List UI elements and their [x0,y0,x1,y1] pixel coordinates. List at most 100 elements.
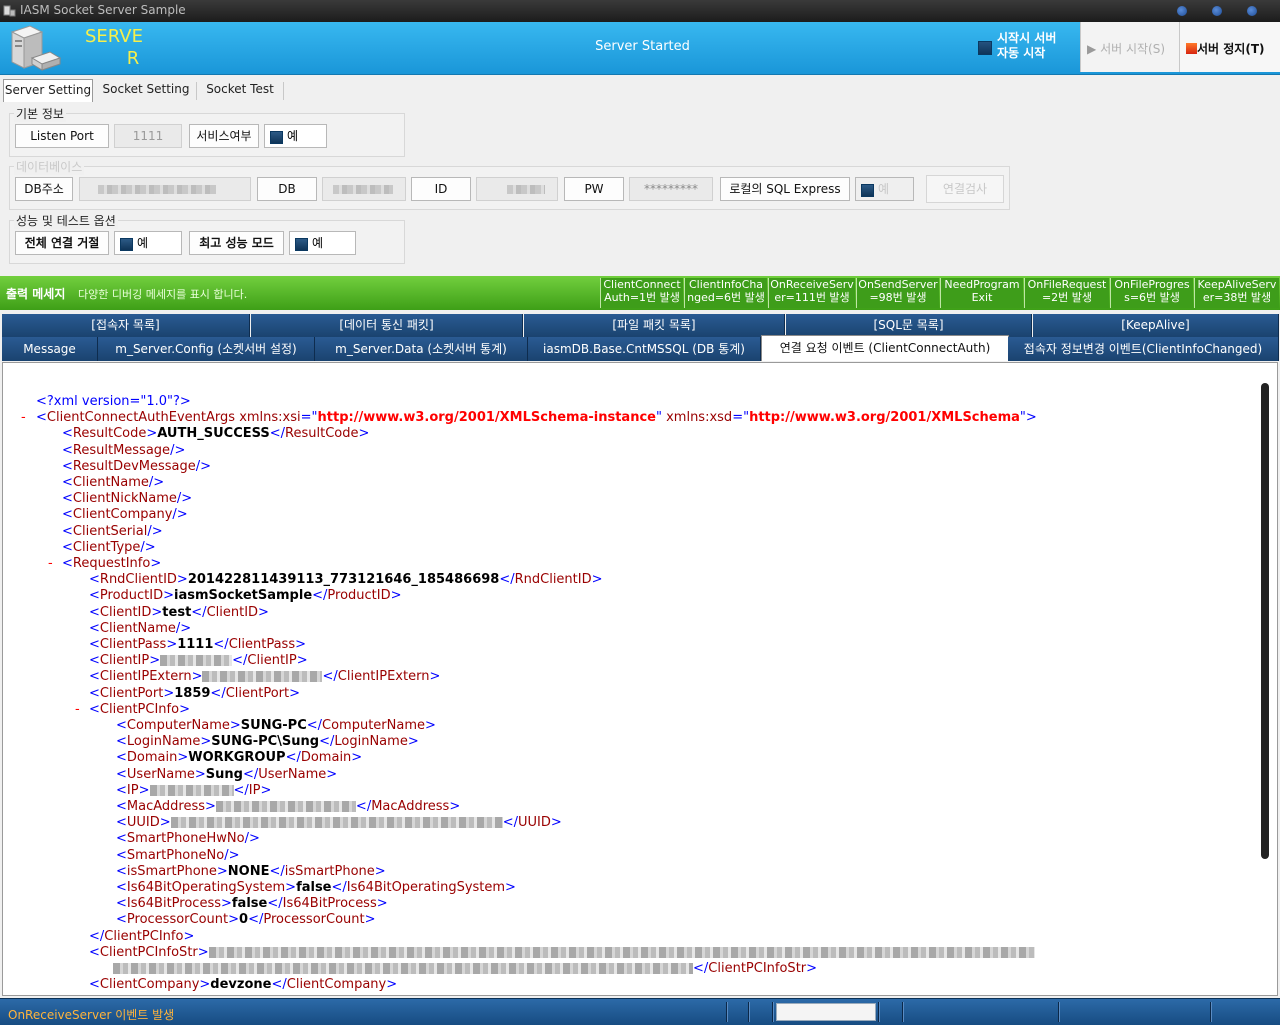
xml-clientid: <ClientID>test</ClientID> [89,605,269,620]
pw-label: PW [564,177,624,201]
tab-data-packets[interactable]: [데이터 통신 패킷] [251,314,523,337]
tab-connected-users[interactable]: [접속자 목록] [2,314,250,337]
tab-client-info-changed[interactable]: 접속자 정보변경 이벤트(ClientInfoChanged) [1008,337,1279,361]
db-label: DB [257,177,317,201]
counter-on-file-request: OnFileRequest =2번 발생 [1024,278,1109,308]
xml-clientport: <ClientPort>1859</ClientPort> [89,686,301,701]
collapse-toggle-icon[interactable]: - [75,702,80,718]
close-button[interactable] [1247,6,1257,16]
tab-message[interactable]: Message [2,337,98,361]
tab-keepalive[interactable]: [KeepAlive] [1033,314,1279,337]
status-divider [726,1002,728,1022]
auto-start-label-line1: 시작시 서버 [997,31,1057,45]
service-check-indicator [270,131,283,144]
collapse-toggle-icon[interactable]: - [21,410,26,426]
status-divider [902,1002,904,1022]
status-divider [748,1002,750,1022]
xml-empty-element: <ClientSerial/> [62,524,163,539]
vertical-scrollbar[interactable] [1255,365,1273,993]
reject-all-label: 전체 연결 거절 [15,231,109,255]
xml-empty-element: <ClientType/> [62,540,156,555]
reject-all-checkbox[interactable]: 예 [114,231,182,255]
stop-server-label: 서버 정지(T) [1197,42,1265,56]
max-performance-check-indicator [295,238,308,251]
logo-text: SERVE R [80,26,148,70]
xml-issmartphone: <isSmartPhone>NONE</isSmartPhone> [116,864,386,879]
listen-port-label: Listen Port [15,124,109,148]
tab-server-data[interactable]: m_Server.Data (소켓서버 통계) [315,337,528,361]
tab-divider [283,82,284,100]
output-description: 다양한 디버깅 메세지를 표시 합니다. [78,288,248,301]
tab-client-connect-auth[interactable]: 연결 요청 이벤트 (ClientConnectAuth) [761,335,1009,361]
counter-on-receive-server: OnReceiveServ er=111번 발생 [768,278,855,308]
xml-clientpass: <ClientPass>1111</ClientPass> [89,637,306,652]
max-performance-label: 최고 성능 모드 [189,231,284,255]
tab-socket-test[interactable]: Socket Test [199,79,281,101]
xml-loginname: <LoginName>SUNG-PC\Sung</LoginName> [116,734,419,749]
scrollbar-thumb[interactable] [1261,383,1269,859]
status-divider [1210,1002,1212,1022]
xml-uuid: <UUID> </UUID> [116,815,562,830]
xml-empty-element: <ResultDevMessage/> [62,459,212,474]
xml-is64bitos: <Is64BitOperatingSystem>false</Is64BitOp… [116,880,516,895]
window-title: IASM Socket Server Sample [20,3,186,17]
xml-clientpcinfostr: <ClientPCInfoStr> [89,945,1035,961]
tab-file-packets[interactable]: [파일 패킷 목록] [524,314,785,337]
status-divider [878,1002,880,1022]
tab-socket-setting[interactable]: Socket Setting [98,79,194,101]
logo-line-2: R [126,48,140,69]
output-message-bar: 출력 메세지 다양한 디버깅 메세지를 표시 합니다. ClientConnec… [0,276,1280,310]
listen-port-input[interactable]: 1111 [114,124,182,148]
xml-declaration: <?xml version="1.0"?> [36,394,191,409]
local-sql-checkbox[interactable]: 예 [855,177,914,201]
start-server-button[interactable]: ▶ 서버 시작(S) [1080,22,1179,72]
max-performance-check-label: 예 [312,236,324,250]
counter-on-send-server: OnSendServer =98번 발생 [856,278,939,308]
header-banner: SERVE R Server Started 시작시 서버 자동 시작 ▶ 서버… [0,22,1280,75]
db-input[interactable] [322,177,406,201]
maximize-button[interactable] [1212,6,1222,16]
status-divider [772,1002,774,1022]
max-performance-checkbox[interactable]: 예 [289,231,356,255]
tab-db-stats[interactable]: iasmDB.Base.CntMSSQL (DB 통계) [528,337,761,361]
xml-clientipextern: <ClientIPExtern> </ClientIPExtern> [89,669,441,684]
db-address-input[interactable] [79,177,251,201]
start-server-label: 서버 시작(S) [1100,42,1166,56]
logo-line-1: SERVE [84,26,143,47]
xml-empty-element: <ClientName/> [62,475,165,490]
local-sql-label: 로컬의 SQL Express [720,177,850,201]
collapse-toggle-icon[interactable]: - [48,556,53,572]
xml-smartphonehwno: <SmartPhoneHwNo/> [116,831,260,846]
xml-rndclientid: <RndClientID>201422811439113_773121646_1… [89,572,603,587]
basic-info-title: 기본 정보 [14,105,66,122]
xml-viewer[interactable]: <?xml version="1.0"?> - <ClientConnectAu… [2,362,1278,996]
xml-clientip: <ClientIP> </ClientIP> [89,653,308,668]
tab-sql-list[interactable]: [SQL문 목록] [786,314,1032,337]
tab-server-config[interactable]: m_Server.Config (소켓서버 설정) [98,337,315,361]
connection-test-button[interactable]: 연결검사 [926,175,1004,203]
reject-all-check-indicator [120,238,133,251]
minimize-button[interactable] [1177,6,1187,16]
server-icon [10,25,62,71]
xml-empty-element: <ClientNickName/> [62,491,193,506]
tab-server-setting[interactable]: Server Setting [3,79,93,102]
xml-domain: <Domain>WORKGROUP</Domain> [116,750,363,765]
xml-root-line: <ClientConnectAuthEventArgs xmlns:xsi="h… [36,410,1037,425]
local-sql-check-indicator [861,184,874,197]
id-input[interactable] [476,177,558,201]
xml-clientpcinfostr-cont: </ClientPCInfoStr> [113,961,817,977]
status-text: OnReceiveServer 이벤트 발생 [8,1008,175,1022]
xml-username: <UserName>Sung</UserName> [116,767,338,782]
stop-server-button[interactable]: 서버 정지(T) [1179,22,1280,72]
output-title: 출력 메세지 [6,287,66,301]
service-checkbox[interactable]: 예 [264,124,327,148]
xml-ip: <IP> </IP> [116,783,272,798]
pw-input[interactable]: ********* [629,177,713,201]
counter-keep-alive-server: KeepAliveServ er=38번 발생 [1194,278,1279,308]
xml-resultcode: <ResultCode>AUTH_SUCCESS</ResultCode> [62,426,370,441]
auto-start-checkbox[interactable] [978,41,992,55]
counter-client-connect-auth: ClientConnect Auth=1번 발생 [600,278,683,308]
auto-start-label-line2: 자동 시작 [997,46,1046,60]
local-sql-check-label: 예 [878,182,890,196]
service-label: 서비스여부 [189,124,259,148]
